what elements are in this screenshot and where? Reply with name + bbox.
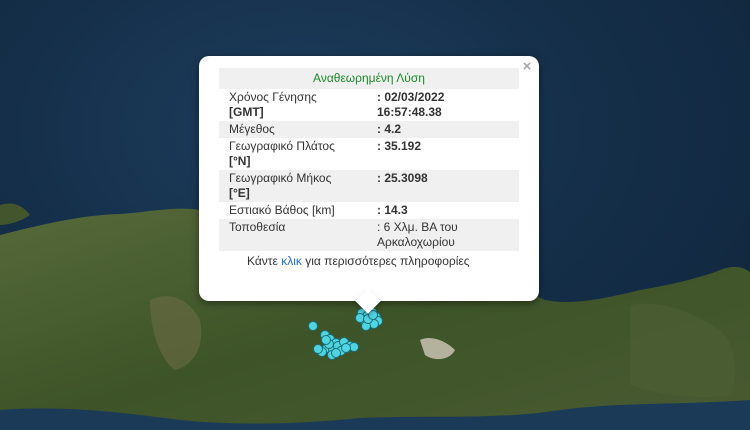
table-row: Γεωγραφικό Μήκος [°E] : 25.3098 (219, 170, 519, 202)
table-row: Τοποθεσία : 6 Χλμ. ΒΑ του Αρκαλοχωρίου (219, 219, 519, 251)
origin-time-label: Χρόνος Γένησης [GMT] (229, 90, 317, 119)
earthquake-info-table: Αναθεωρημένη Λύση Χρόνος Γένησης [GMT] : … (219, 68, 519, 251)
depth-label: Εστιακό Βάθος [km] (229, 203, 335, 217)
depth-value: : 14.3 (377, 203, 408, 217)
magnitude-label: Μέγεθος (219, 121, 367, 138)
location-value: : 6 Χλμ. ΒΑ του Αρκαλοχωρίου (367, 219, 519, 251)
earthquake-marker[interactable] (313, 344, 323, 354)
table-row: Αναθεωρημένη Λύση (219, 68, 519, 89)
earthquake-info-popup: × Αναθεωρημένη Λύση Χρόνος Γένησης [GMT] … (199, 56, 539, 314)
earthquake-marker[interactable] (321, 335, 331, 345)
table-row: Εστιακό Βάθος [km] : 14.3 (219, 202, 519, 219)
origin-time-value: : 02/03/2022 16:57:48.38 (377, 90, 445, 119)
more-info-link[interactable]: κλικ (281, 254, 302, 268)
location-label: Τοποθεσία (219, 219, 367, 251)
close-icon[interactable]: × (519, 59, 535, 75)
earthquake-marker[interactable] (308, 321, 318, 331)
popup-title: Αναθεωρημένη Λύση (219, 68, 519, 89)
table-row: Χρόνος Γένησης [GMT] : 02/03/2022 16:57:48… (219, 89, 519, 121)
latitude-label: Γεωγραφικό Πλάτος [°N] (229, 139, 335, 168)
earthquake-marker[interactable] (331, 348, 341, 358)
latitude-value: : 35.192 (377, 139, 422, 153)
longitude-label: Γεωγραφικό Μήκος [°E] (219, 170, 367, 202)
table-row: Μέγεθος : 4.2 (219, 121, 519, 138)
map-view[interactable]: × Αναθεωρημένη Λύση Χρόνος Γένησης [GMT] … (0, 0, 750, 430)
table-row: Γεωγραφικό Πλάτος [°N] : 35.192 (219, 138, 519, 170)
longitude-value: : 25.3098 (367, 170, 519, 202)
earthquake-marker[interactable] (341, 343, 351, 353)
magnitude-value: : 4.2 (367, 121, 519, 138)
more-info-text: Κάντε κλικ για περισσότερες πληροφορίες (247, 254, 470, 268)
